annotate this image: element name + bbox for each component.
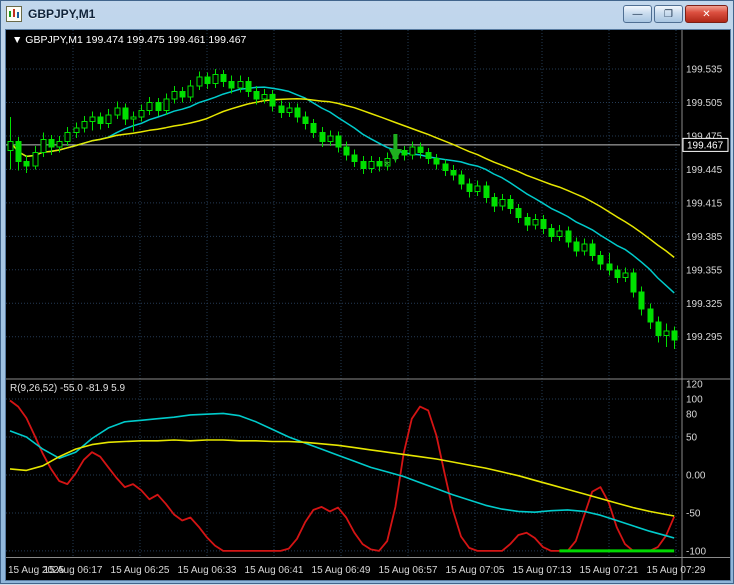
indicator-header: R(9,26,52) -55.0 -81.9 5.9 — [10, 383, 126, 394]
svg-text:R(9,26,52) -55.0 -81.9 5.9: R(9,26,52) -55.0 -81.9 5.9 — [10, 383, 126, 394]
svg-text:15 Aug 07:13: 15 Aug 07:13 — [513, 565, 572, 576]
time-axis: 15 Aug 202515 Aug 06:17 15 Aug 06:25 15 Au… — [8, 565, 706, 576]
candles-layer — [7, 69, 678, 349]
svg-text:15 Aug 07:05: 15 Aug 07:05 — [446, 565, 505, 576]
r-line-red — [9, 399, 676, 552]
svg-text:15 Aug 06:33: 15 Aug 06:33 — [178, 565, 237, 576]
svg-text:15 Aug 06:49: 15 Aug 06:49 — [312, 565, 371, 576]
star-icon: * — [384, 157, 390, 173]
window-titlebar[interactable]: GBPJPY,M1 — ❐ ✕ — [1, 1, 733, 27]
chart-header: ▼ GBPJPY,M1 199.474 199.475 199.461 199.… — [12, 34, 247, 46]
svg-text:199.467: 199.467 — [687, 140, 724, 151]
chart-client-area: * 199.535 199.505 199.475 199.445 199.415 199.… — [5, 29, 731, 581]
svg-text:120: 120 — [686, 379, 703, 390]
mt4-window: GBPJPY,M1 — ❐ ✕ * 199.535 199.505 199.475 19… — [0, 0, 734, 584]
current-price-box: 199.467 — [682, 137, 729, 152]
window-controls: — ❐ ✕ — [623, 5, 728, 23]
svg-text:199.355: 199.355 — [686, 265, 723, 276]
cyan-line — [9, 412, 675, 539]
svg-text:15 Aug 06:57: 15 Aug 06:57 — [379, 565, 438, 576]
indicator-axis: 120 100 80 50 0.00 -50 -100 — [686, 379, 706, 557]
svg-text:0.00: 0.00 — [686, 470, 706, 481]
svg-text:15 Aug 06:41: 15 Aug 06:41 — [245, 565, 304, 576]
svg-text:199.505: 199.505 — [686, 98, 723, 109]
svg-text:-100: -100 — [686, 546, 706, 557]
yellow-line — [9, 439, 675, 517]
grid-layer — [6, 30, 680, 557]
price-axis: 199.535199.505199.475199.445199.415199.3… — [686, 65, 723, 344]
svg-text:15 Aug 06:17: 15 Aug 06:17 — [44, 565, 103, 576]
svg-text:199.325: 199.325 — [686, 299, 723, 310]
svg-text:-50: -50 — [686, 508, 701, 519]
close-button[interactable]: ✕ — [685, 5, 728, 23]
svg-text:15 Aug 07:29: 15 Aug 07:29 — [647, 565, 706, 576]
minimize-button[interactable]: — — [623, 5, 652, 23]
indicator-layer — [9, 399, 676, 553]
svg-text:▼ GBPJPY,M1 199.474 199.475 19: ▼ GBPJPY,M1 199.474 199.475 199.461 199.… — [12, 34, 247, 46]
svg-text:199.535: 199.535 — [686, 65, 723, 76]
svg-text:100: 100 — [686, 394, 703, 405]
svg-text:15 Aug 06:25: 15 Aug 06:25 — [111, 565, 170, 576]
svg-text:199.445: 199.445 — [686, 165, 723, 176]
svg-text:199.295: 199.295 — [686, 332, 723, 343]
svg-text:199.385: 199.385 — [686, 232, 723, 243]
maximize-button[interactable]: ❐ — [654, 5, 683, 23]
svg-text:15 Aug 07:21: 15 Aug 07:21 — [580, 565, 639, 576]
svg-text:199.415: 199.415 — [686, 198, 723, 209]
window-title: GBPJPY,M1 — [28, 7, 96, 21]
candlestick-mini-icon — [9, 9, 19, 18]
app-icon — [6, 6, 22, 22]
svg-text:50: 50 — [686, 432, 698, 443]
svg-text:*: * — [384, 157, 390, 173]
svg-text:80: 80 — [686, 410, 698, 421]
price-chart[interactable]: *199.535199.505199.475199.445199.415199.… — [6, 30, 730, 580]
